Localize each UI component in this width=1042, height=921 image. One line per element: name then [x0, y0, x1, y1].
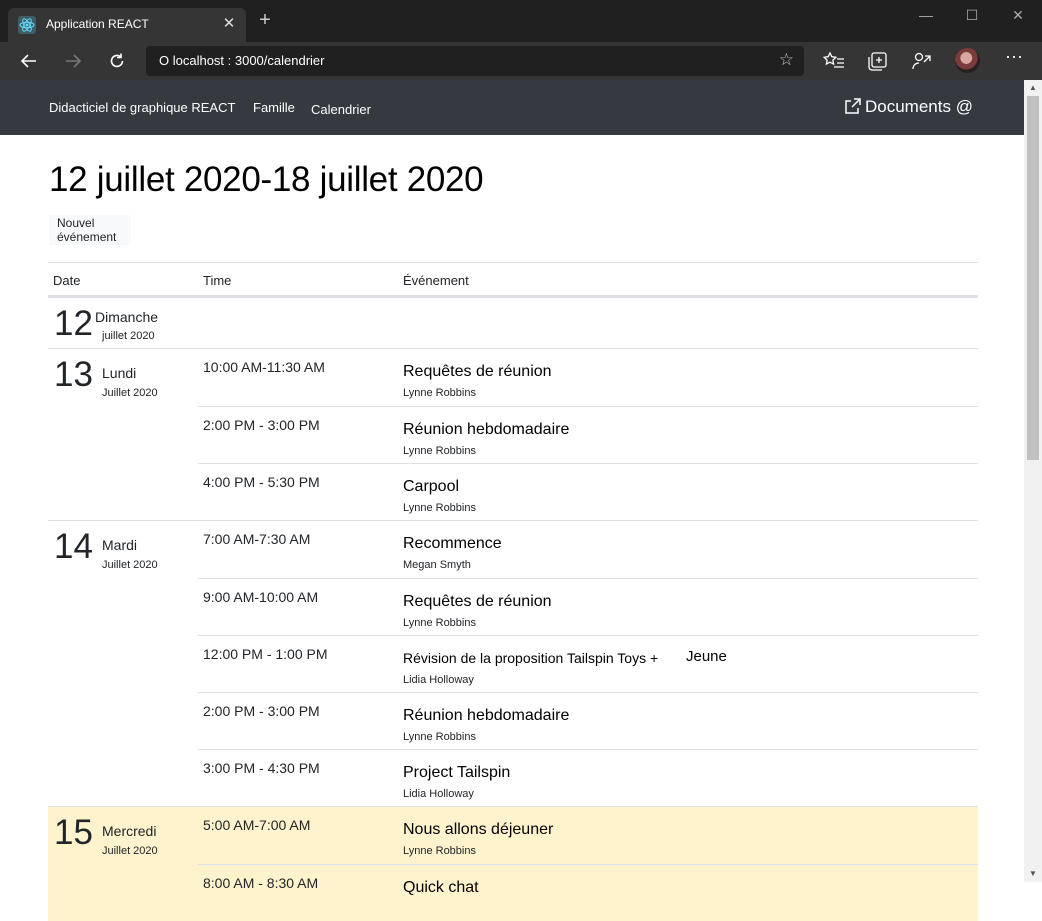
- event-time: 10:00 AM-11:30 AM: [203, 359, 325, 375]
- forward-icon[interactable]: [60, 49, 86, 73]
- event-subject: Réunion hebdomadaire: [403, 707, 570, 724]
- day-cell: 14 Mardi Juillet 2020: [48, 521, 198, 581]
- refresh-icon[interactable]: [104, 49, 130, 73]
- event-row[interactable]: 5:00 AM-7:00 AM Nous allons déjeuner Lynne…: [198, 807, 978, 864]
- day-group: 13 Lundi Juillet 2020 10:00 AM-11:30 AM Requ…: [48, 348, 978, 520]
- new-tab-button[interactable]: +: [254, 9, 276, 31]
- event-time: 7:00 AM-7:30 AM: [203, 531, 311, 547]
- share-icon[interactable]: [910, 50, 934, 72]
- brand-link[interactable]: Didacticiel de graphique REACT: [49, 100, 235, 115]
- event-subject: Project Tailspin: [403, 764, 511, 781]
- event-row[interactable]: 2:00 PM - 3:00 PM Réunion hebdomadaire Lyn…: [198, 406, 978, 463]
- browser-toolbar: O localhost : 3000/calendrier ☆ ···: [0, 42, 1042, 80]
- event-time: 2:00 PM - 3:00 PM: [203, 417, 320, 433]
- days-container: 12 Dimanche juillet 2020 13 Lundi Juillet 202…: [48, 297, 978, 921]
- event-row[interactable]: 10:00 AM-11:30 AM Requêtes de réunion Lynn…: [198, 349, 978, 406]
- event-subject: Recommence: [403, 535, 502, 552]
- event-row[interactable]: 8:00 AM - 8:30 AM Quick chat: [198, 864, 978, 921]
- event-subject-extra: Jeune: [686, 648, 727, 665]
- event-subject: Nous allons déjeuner: [403, 821, 554, 838]
- new-event-button[interactable]: Nouvel événement: [49, 215, 131, 245]
- event-subject: Requêtes de réunion: [403, 363, 552, 380]
- day-group: 12 Dimanche juillet 2020: [48, 297, 978, 348]
- event-subject: Requêtes de réunion: [403, 593, 552, 610]
- event-organizer: Lynne Robbins: [403, 445, 476, 457]
- tab-close-icon[interactable]: ✕: [220, 14, 238, 34]
- day-number: 15: [54, 813, 93, 852]
- event-subject: Carpool: [403, 478, 460, 495]
- scroll-thumb[interactable]: [1027, 96, 1039, 460]
- event-row[interactable]: 2:00 PM - 3:00 PM Réunion hebdomadaire Lyn…: [198, 692, 978, 749]
- header-event: Événement: [403, 273, 469, 288]
- docs-link-label: Documents @: [865, 97, 973, 116]
- day-month: Juillet 2020: [102, 559, 158, 571]
- event-time: 2:00 PM - 3:00 PM: [203, 703, 320, 719]
- more-icon[interactable]: ···: [1002, 46, 1026, 67]
- address-bar[interactable]: O localhost : 3000/calendrier ☆: [146, 46, 804, 76]
- table-header: Date Time Événement: [48, 262, 978, 297]
- back-icon[interactable]: [16, 49, 42, 73]
- url-text: O localhost : 3000/calendrier: [159, 53, 325, 68]
- event-time: 5:00 AM-7:00 AM: [203, 817, 311, 833]
- event-subject: Réunion hebdomadaire: [403, 421, 570, 438]
- profile-avatar[interactable]: [955, 48, 980, 73]
- page-scrollbar[interactable]: ▲ ▼: [1024, 80, 1042, 882]
- day-name: Lundi: [102, 365, 137, 381]
- day-number: 12: [54, 304, 93, 343]
- react-logo-icon: [18, 16, 36, 34]
- event-organizer: Lynne Robbins: [403, 387, 476, 399]
- page-title: 12 juillet 2020-18 juillet 2020: [49, 160, 484, 199]
- day-name: Mardi: [102, 537, 138, 553]
- day-month: juillet 2020: [102, 330, 155, 342]
- event-subject: Révision de la proposition Tailspin Toys…: [403, 650, 659, 666]
- event-organizer: Lynne Robbins: [403, 617, 476, 629]
- nav-link-calendrier[interactable]: Calendrier: [311, 102, 371, 117]
- event-time: 9:00 AM-10:00 AM: [203, 589, 319, 605]
- scroll-up-icon[interactable]: ▲: [1024, 80, 1042, 96]
- header-time: Time: [203, 273, 232, 288]
- favorites-icon[interactable]: [822, 50, 846, 72]
- day-group: 15 Mercredi Juillet 2020 5:00 AM-7:00 AM Nou…: [48, 806, 978, 921]
- browser-titlebar: Application REACT ✕ + — ☐ ✕: [0, 0, 1042, 42]
- event-row[interactable]: 4:00 PM - 5:30 PM Carpool Lynne Robbins: [198, 463, 978, 520]
- day-cell: 15 Mercredi Juillet 2020: [48, 807, 198, 867]
- event-organizer: Megan Smyth: [403, 559, 471, 571]
- day-name: Mercredi: [102, 823, 157, 839]
- day-number: 14: [54, 527, 93, 566]
- event-organizer: Lynne Robbins: [403, 845, 476, 857]
- header-date: Date: [53, 273, 81, 288]
- event-time: 3:00 PM - 4:30 PM: [203, 760, 320, 776]
- calendar-table: Date Time Événement 12 Dimanche juillet 20…: [48, 262, 978, 921]
- close-window-button[interactable]: ✕: [998, 6, 1038, 24]
- day-month: Juillet 2020: [102, 845, 158, 857]
- event-time: 12:00 PM - 1:00 PM: [203, 646, 328, 662]
- day-cell: 13 Lundi Juillet 2020: [48, 349, 198, 409]
- event-row[interactable]: 12:00 PM - 1:00 PM Révision de la proposi…: [198, 635, 978, 692]
- day-name: Dimanche: [95, 309, 159, 325]
- day-month: Juillet 2020: [102, 387, 158, 399]
- day-group: 14 Mardi Juillet 2020 7:00 AM-7:30 AM Recomm…: [48, 520, 978, 806]
- minimize-button[interactable]: —: [906, 6, 946, 24]
- external-link-icon: [845, 98, 861, 114]
- event-time: 8:00 AM - 8:30 AM: [203, 875, 319, 891]
- docs-link[interactable]: Documents @: [845, 97, 973, 117]
- event-organizer: Lidia Holloway: [403, 788, 474, 800]
- favorite-star-icon[interactable]: ☆: [779, 50, 794, 70]
- app-navbar: Didacticiel de graphique REACT Famille C…: [0, 80, 1024, 135]
- tab-title: Application REACT: [46, 17, 149, 31]
- event-row[interactable]: 9:00 AM-10:00 AM Requêtes de réunion Lynne…: [198, 578, 978, 635]
- collections-icon[interactable]: [866, 50, 890, 72]
- day-number: 13: [54, 355, 93, 394]
- event-organizer: Lynne Robbins: [403, 731, 476, 743]
- event-organizer: Lidia Holloway: [403, 674, 474, 686]
- event-time: 4:00 PM - 5:30 PM: [203, 474, 320, 490]
- browser-tab[interactable]: Application REACT ✕: [8, 8, 246, 42]
- scroll-down-icon[interactable]: ▼: [1024, 866, 1042, 882]
- event-row[interactable]: 3:00 PM - 4:30 PM Project Tailspin Lidia H…: [198, 749, 978, 806]
- nav-link-famille[interactable]: Famille: [253, 100, 295, 115]
- event-row[interactable]: 7:00 AM-7:30 AM Recommence Megan Smyth: [198, 521, 978, 578]
- maximize-button[interactable]: ☐: [952, 6, 992, 24]
- event-organizer: Lynne Robbins: [403, 502, 476, 514]
